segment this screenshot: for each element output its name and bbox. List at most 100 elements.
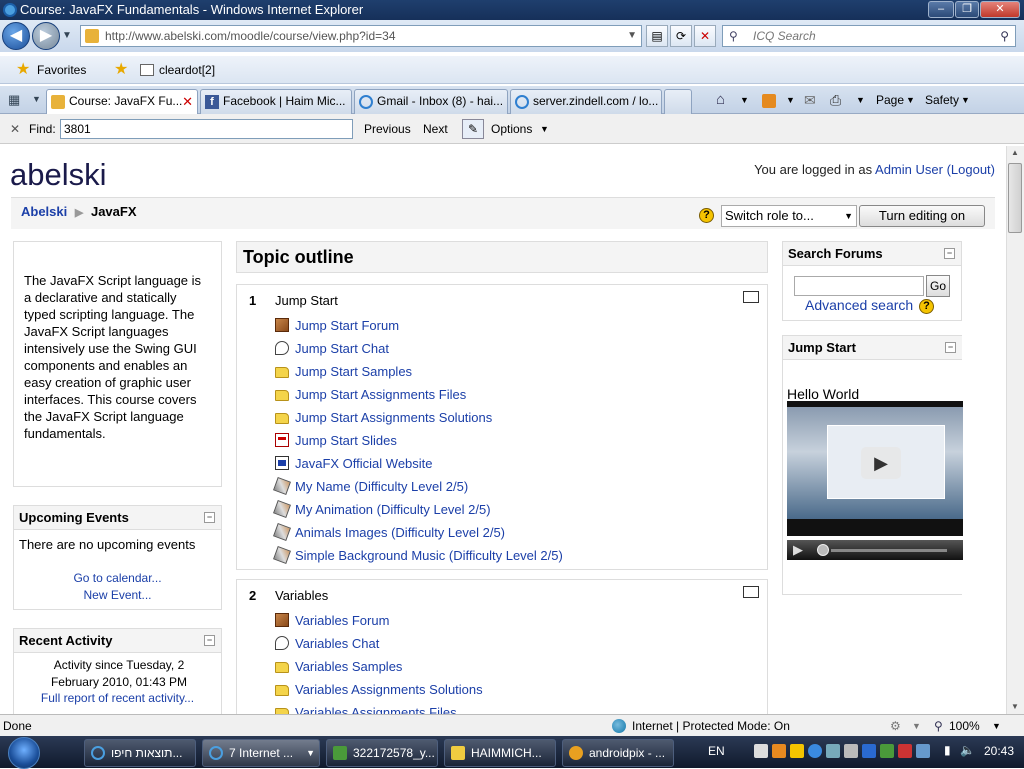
activity-link[interactable]: Variables Forum	[295, 613, 389, 628]
taskbar-item[interactable]: androidpix - ...	[562, 739, 674, 767]
activity-link[interactable]: My Name (Difficulty Level 2/5)	[295, 479, 468, 494]
forum-search-go-button[interactable]: Go	[926, 275, 950, 297]
activity-item[interactable]: Variables Samples	[275, 658, 483, 681]
section-toggle-checkbox[interactable]	[743, 586, 759, 598]
search-button-icon[interactable]: ⚲	[1000, 26, 1009, 46]
help-icon[interactable]: ?	[699, 208, 714, 223]
activity-link[interactable]: Variables Assignments Files	[295, 705, 457, 714]
battery-icon[interactable]: ▮	[944, 743, 951, 757]
tab-list-icon[interactable]: ▼	[32, 94, 41, 104]
section-toggle-checkbox[interactable]	[743, 291, 759, 303]
switch-role-select[interactable]: Switch role to... ▼	[721, 205, 857, 227]
maximize-button[interactable]: ❐	[955, 1, 979, 18]
home-dropdown-icon[interactable]: ▼	[740, 89, 749, 111]
feeds-icon[interactable]	[762, 94, 776, 108]
collapse-icon[interactable]: −	[944, 248, 955, 259]
tray-icon-8[interactable]	[880, 744, 894, 758]
video-player[interactable]: ▶	[787, 401, 963, 536]
breadcrumb-home-link[interactable]: Abelski	[21, 204, 67, 219]
safety-menu[interactable]: Safety	[925, 89, 959, 111]
quick-tabs-icon[interactable]: ▦	[8, 92, 28, 108]
tray-icon-5[interactable]	[826, 744, 840, 758]
tray-icon-9[interactable]	[898, 744, 912, 758]
taskbar-item[interactable]: 322172578_y...	[326, 739, 438, 767]
activity-link[interactable]: Jump Start Forum	[295, 318, 399, 333]
favorites-button[interactable]: Favorites	[37, 56, 86, 84]
highlight-icon[interactable]: ✎	[462, 119, 484, 139]
activity-item[interactable]: JavaFX Official Website	[275, 455, 563, 478]
compatibility-view-icon[interactable]: ▤	[646, 25, 668, 47]
security-zone[interactable]: Internet | Protected Mode: On	[632, 715, 790, 737]
clock[interactable]: 20:43	[984, 744, 1014, 758]
address-dropdown-icon[interactable]: ▼	[627, 26, 637, 46]
seek-bar[interactable]	[831, 549, 947, 552]
activity-item[interactable]: My Name (Difficulty Level 2/5)	[273, 477, 563, 501]
home-icon[interactable]: ⌂	[716, 89, 725, 111]
close-find-icon[interactable]: ✕	[10, 114, 20, 144]
activity-link[interactable]: My Animation (Difficulty Level 2/5)	[295, 502, 491, 517]
taskbar-item[interactable]: תוצאות חיפו...	[84, 739, 196, 767]
taskbar-item-active[interactable]: 7 Internet ... ▼	[202, 739, 320, 767]
mail-icon[interactable]: ✉	[804, 89, 816, 111]
activity-link[interactable]: Jump Start Assignments Solutions	[295, 410, 492, 425]
search-input[interactable]: ⚲ ICQ Search ⚲	[722, 25, 1016, 47]
find-previous-button[interactable]: Previous	[364, 114, 411, 144]
protected-mode-icon[interactable]: ⚙	[890, 715, 901, 737]
tab-gmail[interactable]: Gmail - Inbox (8) - hai...	[354, 89, 508, 114]
close-window-button[interactable]: ✕	[980, 1, 1020, 18]
turn-editing-on-button[interactable]: Turn editing on	[859, 205, 985, 227]
activity-item[interactable]: Variables Assignments Solutions	[275, 681, 483, 704]
close-tab-icon[interactable]: ✕	[182, 90, 193, 113]
minimize-button[interactable]: –	[928, 1, 954, 18]
group-arrow-icon[interactable]: ▼	[306, 740, 315, 766]
print-icon[interactable]: ⎙	[830, 89, 841, 111]
activity-item[interactable]: My Animation (Difficulty Level 2/5)	[273, 500, 563, 524]
back-button[interactable]: ◀	[2, 22, 30, 50]
favorite-item[interactable]: cleardot[2]	[159, 56, 215, 84]
activity-link[interactable]: Jump Start Samples	[295, 364, 412, 379]
new-event-link[interactable]: New Event...	[14, 587, 221, 604]
play-overlay-icon[interactable]: ▶	[861, 447, 901, 479]
zoom-level[interactable]: 100%	[949, 715, 980, 737]
find-input[interactable]: 3801	[60, 119, 353, 139]
taskbar-item[interactable]: HAIMMICH...	[444, 739, 556, 767]
logout-link[interactable]: (Logout)	[947, 162, 995, 177]
tray-icon-10[interactable]	[916, 744, 930, 758]
activity-item[interactable]: Animals Images (Difficulty Level 2/5)	[273, 523, 563, 547]
scrollbar-thumb[interactable]	[1008, 163, 1022, 233]
address-bar[interactable]: http://www.abelski.com/moodle/course/vie…	[80, 25, 642, 47]
forward-button[interactable]: ▶	[32, 22, 60, 50]
activity-link[interactable]: Jump Start Assignments Files	[295, 387, 466, 402]
tray-icon-4[interactable]	[808, 744, 822, 758]
advanced-search-link[interactable]: Advanced search	[805, 297, 913, 313]
activity-item[interactable]: Jump Start Samples	[275, 363, 563, 386]
activity-item[interactable]: Variables Assignments Files	[275, 704, 483, 714]
recent-pages-dropdown-icon[interactable]: ▼	[62, 30, 72, 41]
volume-icon[interactable]: 🔈	[960, 743, 975, 757]
tray-icon-2[interactable]	[772, 744, 786, 758]
activity-link[interactable]: JavaFX Official Website	[295, 456, 433, 471]
go-to-calendar-link[interactable]: Go to calendar...	[14, 570, 221, 587]
start-button[interactable]	[8, 737, 40, 769]
activity-link[interactable]: Jump Start Chat	[295, 341, 389, 356]
add-favorite-icon[interactable]: ★	[114, 56, 128, 84]
site-logo[interactable]: abelski	[10, 157, 107, 193]
page-menu[interactable]: Page	[876, 89, 904, 111]
collapse-icon[interactable]: −	[945, 342, 956, 353]
activity-link[interactable]: Variables Chat	[295, 636, 379, 651]
tray-icon-6[interactable]	[844, 744, 858, 758]
activity-item[interactable]: Jump Start Slides	[275, 432, 563, 455]
tab-facebook[interactable]: f Facebook | Haim Mic...	[200, 89, 352, 114]
print-dropdown-icon[interactable]: ▼	[856, 89, 865, 111]
activity-item[interactable]: Jump Start Assignments Solutions	[275, 409, 563, 432]
tray-icon-7[interactable]	[862, 744, 876, 758]
activity-item[interactable]: Variables Forum	[275, 612, 483, 635]
scroll-up-icon[interactable]: ▲	[1011, 148, 1019, 157]
activity-link[interactable]: Jump Start Slides	[295, 433, 397, 448]
full-report-link[interactable]: Full report of recent activity...	[14, 691, 221, 705]
tray-icon-1[interactable]	[754, 744, 768, 758]
activity-item[interactable]: Jump Start Chat	[275, 340, 563, 363]
find-options-button[interactable]: Options	[491, 114, 532, 144]
collapse-icon[interactable]: −	[204, 635, 215, 646]
language-indicator[interactable]: EN	[708, 744, 725, 758]
